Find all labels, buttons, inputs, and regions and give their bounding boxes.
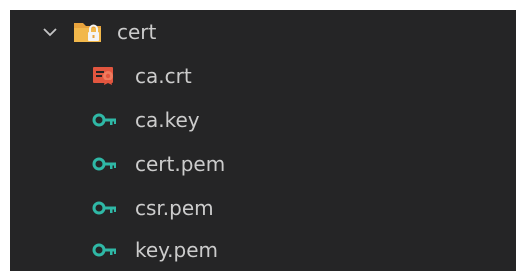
file-label-cert-pem: cert.pem	[135, 152, 226, 176]
file-row-cert-pem[interactable]: cert.pem	[10, 142, 516, 186]
file-label-ca-key: ca.key	[135, 108, 200, 132]
file-row-ca-key[interactable]: ca.key	[10, 98, 516, 142]
file-label-csr-pem: csr.pem	[135, 196, 214, 220]
file-explorer-tree: cert ca.crt ca.key cert.pem csr.pem key.…	[10, 10, 516, 271]
file-label-key-pem: key.pem	[135, 238, 218, 262]
key-icon	[92, 240, 118, 260]
file-row-key-pem[interactable]: key.pem	[10, 230, 516, 271]
key-icon	[92, 154, 118, 174]
folder-label: cert	[117, 20, 157, 44]
key-icon	[92, 198, 118, 218]
key-icon	[92, 110, 118, 130]
certificate-icon	[92, 66, 118, 86]
file-label-ca-crt: ca.crt	[135, 64, 192, 88]
chevron-down-icon[interactable]	[40, 22, 60, 42]
folder-lock-icon	[73, 20, 103, 44]
folder-row-cert[interactable]: cert	[10, 10, 516, 54]
file-row-ca-crt[interactable]: ca.crt	[10, 54, 516, 98]
file-row-csr-pem[interactable]: csr.pem	[10, 186, 516, 230]
